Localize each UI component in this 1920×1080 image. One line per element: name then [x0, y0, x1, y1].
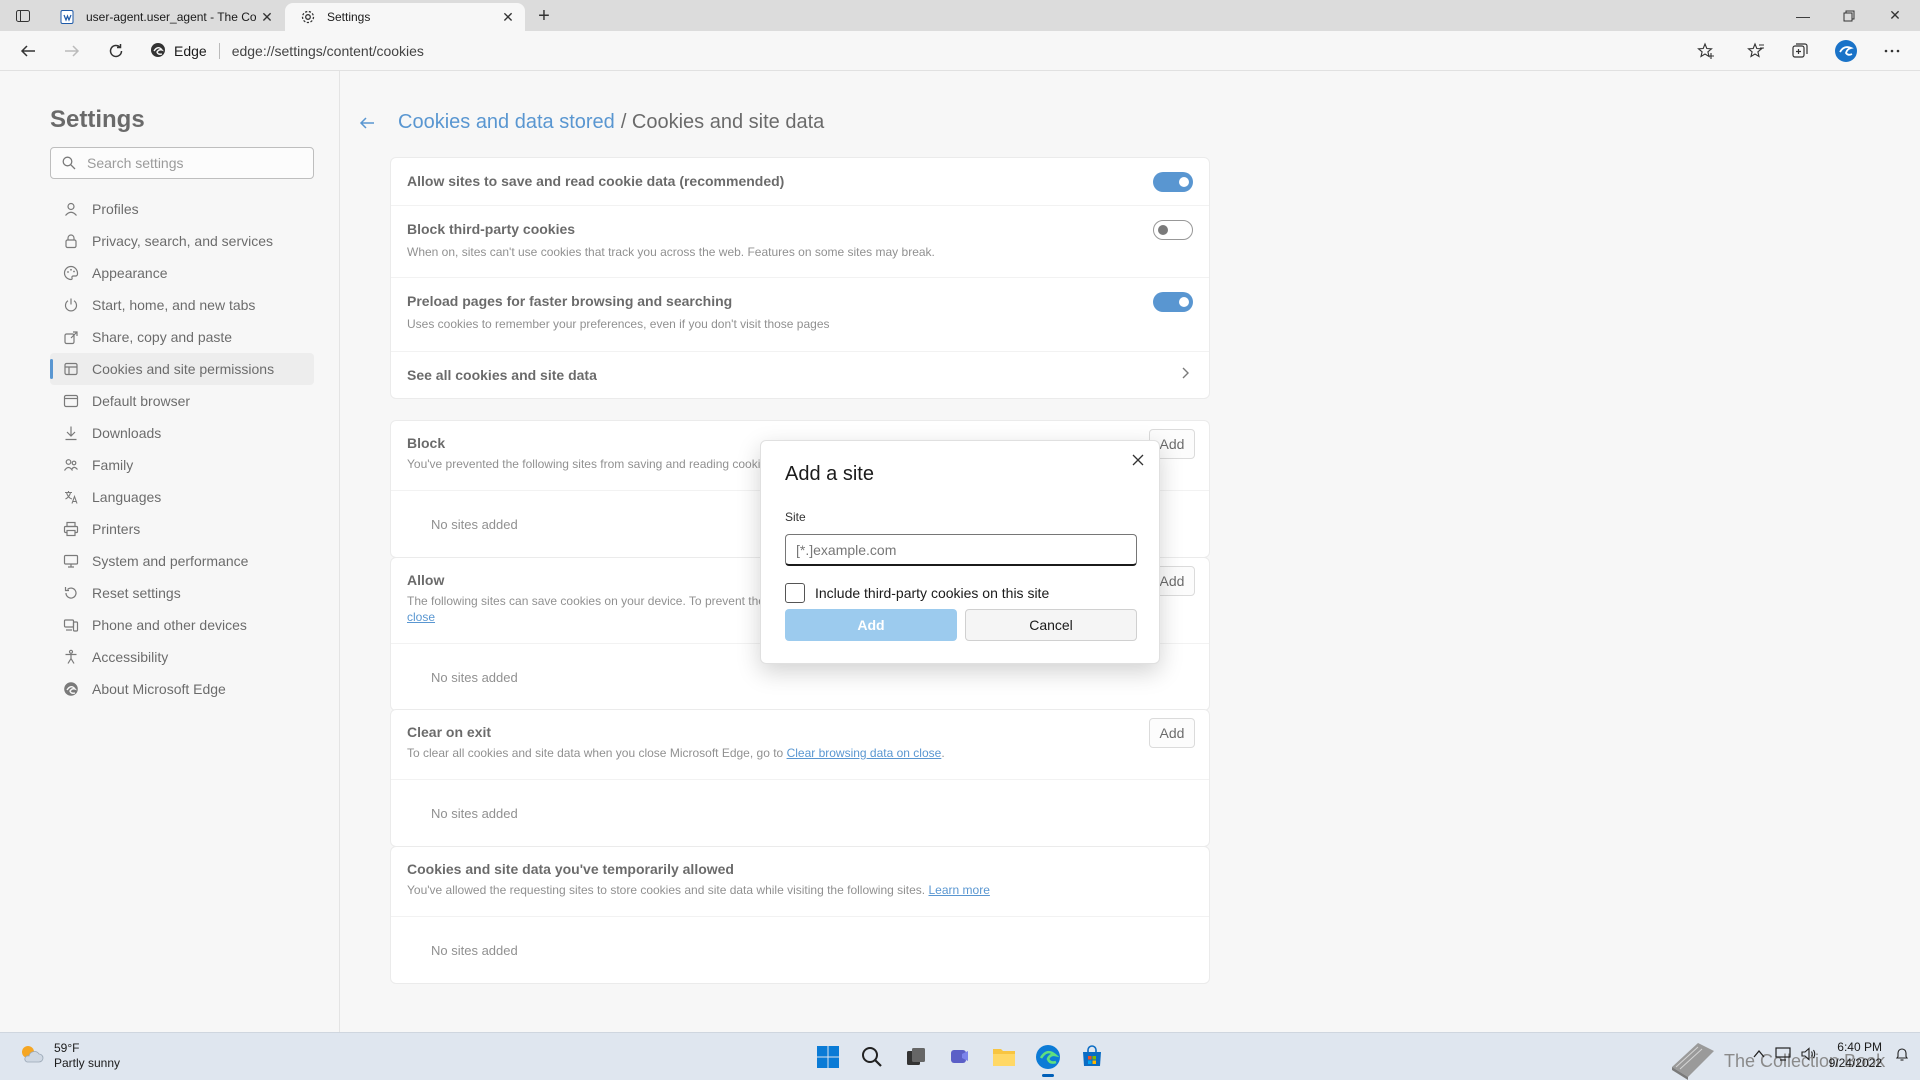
- document-favicon-icon: [58, 8, 76, 26]
- tab-actions-icon[interactable]: [8, 4, 38, 28]
- add-button[interactable]: Add: [785, 609, 957, 641]
- file-explorer-icon[interactable]: [988, 1041, 1020, 1073]
- tab-title: Settings: [327, 10, 371, 24]
- site-input[interactable]: [785, 534, 1137, 566]
- edge-logo-icon: [150, 42, 166, 61]
- tab-settings[interactable]: Settings ✕: [285, 3, 525, 31]
- profile-avatar-icon[interactable]: [1830, 37, 1862, 65]
- windows-start-icon[interactable]: [812, 1041, 844, 1073]
- address-bar[interactable]: Edge edge://settings/content/cookies: [150, 36, 1710, 66]
- address-url[interactable]: edge://settings/content/cookies: [232, 43, 424, 59]
- windows-taskbar: 59°F Partly sunny The Collection Book 6:…: [0, 1032, 1920, 1080]
- tab-user-agent[interactable]: user-agent.user_agent - The Col ✕: [44, 3, 284, 31]
- site-field-label: Site: [785, 510, 806, 524]
- tab-strip: user-agent.user_agent - The Col ✕ Settin…: [0, 0, 1920, 31]
- partly-sunny-icon: [18, 1042, 44, 1071]
- display-icon[interactable]: [1775, 1046, 1791, 1064]
- weather-temp: 59°F: [54, 1041, 80, 1055]
- close-tab-icon[interactable]: ✕: [497, 6, 519, 28]
- clock[interactable]: 6:40 PM 9/24/2022: [1829, 1039, 1882, 1071]
- close-icon[interactable]: [1127, 449, 1149, 471]
- refresh-icon[interactable]: [100, 37, 132, 65]
- close-window-icon[interactable]: ✕: [1872, 0, 1918, 31]
- tab-title: user-agent.user_agent - The Col: [86, 10, 256, 24]
- weather-widget[interactable]: 59°F Partly sunny: [18, 1041, 120, 1071]
- gear-icon: [299, 8, 317, 26]
- clock-time: 6:40 PM: [1837, 1040, 1882, 1054]
- address-badge: Edge: [174, 43, 207, 59]
- weather-desc: Partly sunny: [54, 1056, 121, 1070]
- add-site-dialog: Add a site Site Include third-party cook…: [760, 440, 1160, 664]
- teams-chat-icon[interactable]: [944, 1041, 976, 1073]
- browser-toolbar: Edge edge://settings/content/cookies: [0, 31, 1920, 71]
- dialog-title: Add a site: [785, 463, 874, 485]
- add-favorite-star-icon[interactable]: [1690, 37, 1722, 65]
- checkbox-label: Include third-party cookies on this site: [815, 585, 1050, 601]
- clock-date: 9/24/2022: [1828, 1056, 1882, 1070]
- back-arrow-icon[interactable]: [12, 37, 44, 65]
- book-logo-icon: [1668, 1037, 1718, 1080]
- chevron-up-icon[interactable]: [1753, 1048, 1765, 1062]
- favorites-icon[interactable]: [1740, 37, 1772, 65]
- search-icon[interactable]: [856, 1041, 888, 1073]
- third-party-checkbox[interactable]: [785, 583, 805, 603]
- address-divider: [218, 43, 220, 59]
- cancel-button[interactable]: Cancel: [965, 609, 1137, 641]
- store-icon[interactable]: [1076, 1041, 1108, 1073]
- more-menu-icon[interactable]: [1876, 37, 1908, 65]
- forward-arrow-icon[interactable]: [56, 37, 88, 65]
- new-tab-plus-icon[interactable]: +: [530, 4, 558, 28]
- edge-taskbar-icon[interactable]: [1032, 1041, 1064, 1077]
- notification-icon[interactable]: [1894, 1046, 1910, 1065]
- third-party-checkbox-row[interactable]: Include third-party cookies on this site: [785, 583, 1049, 603]
- volume-icon[interactable]: [1801, 1046, 1817, 1064]
- close-tab-icon[interactable]: ✕: [256, 6, 278, 28]
- system-tray: 6:40 PM 9/24/2022: [1753, 1039, 1910, 1071]
- restore-icon[interactable]: [1826, 0, 1872, 31]
- minimize-icon[interactable]: —: [1780, 0, 1826, 31]
- collections-icon[interactable]: [1784, 37, 1816, 65]
- task-view-icon[interactable]: [900, 1041, 932, 1073]
